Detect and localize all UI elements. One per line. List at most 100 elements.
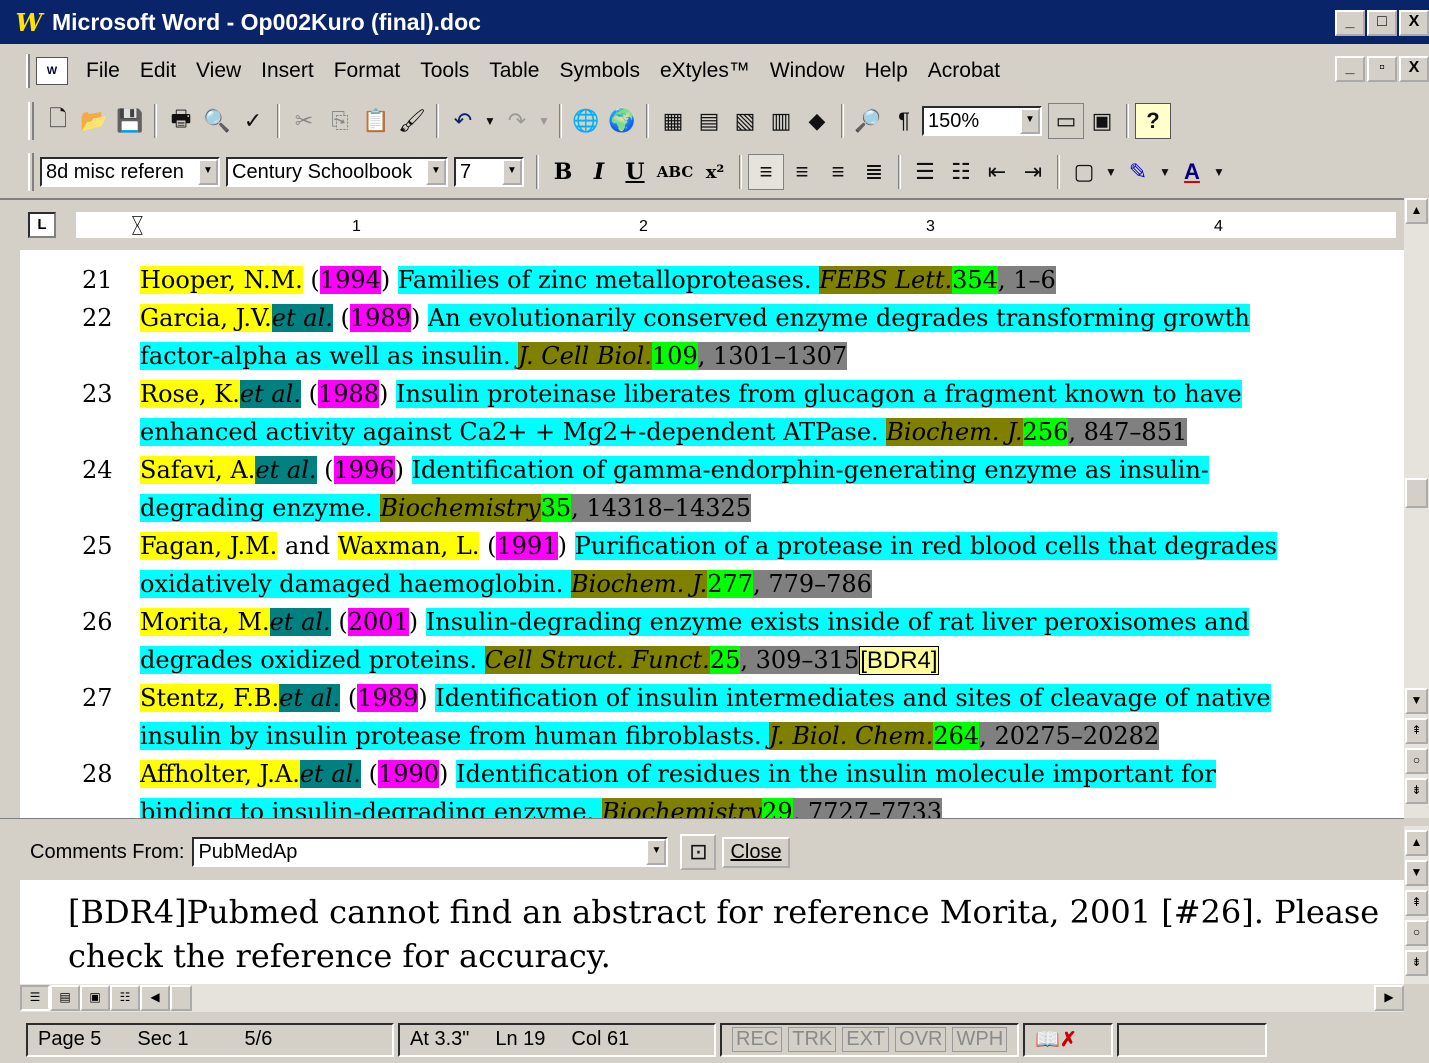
close-window-button[interactable]: X (1399, 10, 1429, 36)
zoom-select[interactable]: 150% ▼ (922, 106, 1042, 136)
comment-scrollbar[interactable]: ▲ ▼ ⇞ ○ ⇟ (1404, 826, 1429, 984)
minimize-button[interactable]: _ (1335, 10, 1365, 36)
undo-dropdown-icon[interactable]: ▼ (481, 103, 499, 139)
numbering-icon[interactable]: ☰ (907, 154, 943, 190)
borders-dropdown-icon[interactable]: ▼ (1102, 154, 1120, 190)
reference-line[interactable]: Affholter, J.A.et al. (1990) Identificat… (140, 756, 1216, 792)
chevron-down-icon[interactable]: ▼ (502, 159, 522, 185)
trk-indicator[interactable]: TRK (788, 1027, 837, 1052)
document-map-icon[interactable]: 🔎 (850, 103, 886, 139)
highlight-icon[interactable]: ✎ (1120, 154, 1156, 190)
menu-edit[interactable]: Edit (130, 59, 186, 83)
menu-window[interactable]: Window (760, 59, 855, 83)
select-browse-object-icon[interactable]: ○ (1405, 920, 1428, 946)
scroll-up-icon[interactable]: ▲ (1405, 198, 1428, 224)
undo-icon[interactable]: ↶ (445, 103, 481, 139)
font-size-select[interactable]: 7 ▼ (454, 157, 524, 187)
font-color-dropdown-icon[interactable]: ▼ (1210, 154, 1228, 190)
show-formatting-icon[interactable]: ¶ (886, 103, 922, 139)
align-left-icon[interactable]: ≡ (748, 154, 784, 190)
borders-icon[interactable]: ▢ (1066, 154, 1102, 190)
word-app-icon[interactable]: W (14, 8, 44, 37)
underline-button[interactable]: U (617, 159, 653, 185)
page-layout-icon[interactable]: ▣ (1084, 103, 1120, 139)
normal-view-icon[interactable]: ▭ (1048, 103, 1084, 139)
outline-view-button[interactable]: ☷ (110, 985, 140, 1011)
align-right-icon[interactable]: ≡ (820, 154, 856, 190)
reference-line[interactable]: Morita, M.et al. (2001) Insulin-degradin… (140, 604, 1250, 640)
doc-close-button[interactable]: X (1399, 56, 1429, 82)
scroll-right-icon[interactable]: ▶ (1374, 985, 1404, 1011)
reference-line[interactable]: Safavi, A.et al. (1996) Identification o… (140, 452, 1209, 488)
reference-line[interactable]: enhanced activity against Ca2+ + Mg2+-de… (140, 414, 1188, 450)
scroll-down-icon[interactable]: ▼ (1405, 860, 1428, 886)
font-color-icon[interactable]: A (1174, 154, 1210, 190)
scroll-thumb[interactable] (1405, 478, 1428, 508)
menu-grip[interactable] (26, 54, 30, 88)
rec-indicator[interactable]: REC (732, 1027, 783, 1052)
columns-icon[interactable]: ▥ (763, 103, 799, 139)
help-icon[interactable]: ? (1135, 103, 1171, 139)
cut-icon[interactable]: ✂ (286, 103, 322, 139)
menu-file[interactable]: File (76, 59, 130, 83)
doc-minimize-button[interactable]: _ (1335, 56, 1365, 82)
bullets-icon[interactable]: ☷ (943, 154, 979, 190)
menu-table[interactable]: Table (479, 59, 549, 83)
document-icon[interactable]: W (36, 57, 68, 85)
drawing-icon[interactable]: ◆ (799, 103, 835, 139)
tab-stop-selector[interactable]: L (28, 212, 56, 238)
reference-line[interactable]: Hooper, N.M. (1994) Families of zinc met… (140, 262, 1056, 298)
comment-pane[interactable]: [BDR4]Pubmed cannot find an abstract for… (20, 880, 1404, 984)
scroll-left-icon[interactable]: ◀ (140, 985, 170, 1011)
toolbar-grip[interactable] (28, 102, 34, 140)
italic-button[interactable]: I (581, 159, 617, 185)
next-page-icon[interactable]: ⇟ (1405, 950, 1428, 976)
comment-marker[interactable]: [BDR4] (859, 646, 939, 675)
scroll-thumb[interactable] (170, 985, 192, 1011)
previous-page-icon[interactable]: ⇞ (1405, 890, 1428, 916)
ext-indicator[interactable]: EXT (842, 1027, 890, 1052)
reference-line[interactable]: insulin by insulin protease from human f… (140, 718, 1160, 754)
print-preview-icon[interactable]: 🔍 (199, 103, 235, 139)
previous-page-icon[interactable]: ⇞ (1405, 718, 1428, 744)
reference-line[interactable]: Rose, K.et al. (1988) Insulin proteinase… (140, 376, 1242, 412)
style-select[interactable]: 8d misc referen ▼ (40, 157, 220, 187)
tables-borders-icon[interactable]: ▦ (655, 103, 691, 139)
format-painter-icon[interactable]: 🖌 (394, 103, 430, 139)
ovr-indicator[interactable]: OVR (895, 1027, 947, 1052)
select-browse-object-icon[interactable]: ○ (1405, 748, 1428, 774)
horizontal-scrollbar[interactable]: ☰ ▤ ▣ ☷ ◀ ▶ (20, 984, 1404, 1012)
reference-line[interactable]: degrading enzyme. Biochemistry35, 14318–… (140, 490, 752, 526)
hanging-indent-icon[interactable]: △ (132, 220, 143, 237)
reference-line[interactable]: degrades oxidized proteins. Cell Struct.… (140, 642, 939, 678)
menu-extyles[interactable]: eXtyles™ (650, 59, 760, 83)
redo-dropdown-icon[interactable]: ▼ (535, 103, 553, 139)
font-select[interactable]: Century Schoolbook ▼ (226, 157, 448, 187)
reference-line[interactable]: Fagan, J.M. and Waxman, L. (1991) Purifi… (140, 528, 1277, 564)
open-folder-icon[interactable]: 📂 (76, 103, 112, 139)
paste-icon[interactable]: 📋 (358, 103, 394, 139)
chevron-down-icon[interactable]: ▼ (426, 159, 446, 185)
menu-acrobat[interactable]: Acrobat (918, 59, 1010, 83)
comments-from-select[interactable]: PubMedAp ▼ (192, 837, 669, 867)
ruler[interactable]: L 1 2 3 4 ▽ △ (0, 198, 1429, 248)
reference-line[interactable]: factor-alpha as well as insulin. J. Cell… (140, 338, 848, 374)
menu-view[interactable]: View (186, 59, 251, 83)
chevron-down-icon[interactable]: ▼ (198, 159, 218, 185)
chevron-down-icon[interactable]: ▼ (646, 839, 667, 865)
scroll-up-icon[interactable]: ▲ (1405, 830, 1428, 856)
close-comments-button[interactable]: Close (722, 836, 790, 868)
maximize-button[interactable]: □ (1367, 10, 1397, 36)
save-disk-icon[interactable]: 💾 (112, 103, 148, 139)
reference-line[interactable]: Stentz, F.B.et al. (1989) Identification… (140, 680, 1271, 716)
superscript-button[interactable]: x² (697, 162, 733, 183)
print-icon[interactable]: 🖶 (163, 103, 199, 139)
justify-icon[interactable]: ≣ (856, 154, 892, 190)
next-page-icon[interactable]: ⇟ (1405, 778, 1428, 804)
spelling-status-icon[interactable]: 📖✗ (1023, 1022, 1114, 1057)
increase-indent-icon[interactable]: ⇥ (1015, 154, 1051, 190)
insert-table-icon[interactable]: ▤ (691, 103, 727, 139)
highlight-dropdown-icon[interactable]: ▼ (1156, 154, 1174, 190)
doc-restore-button[interactable]: ▫ (1367, 56, 1397, 82)
vertical-scrollbar[interactable]: ▲ ▼ ⇞ ○ ⇟ (1404, 198, 1429, 818)
